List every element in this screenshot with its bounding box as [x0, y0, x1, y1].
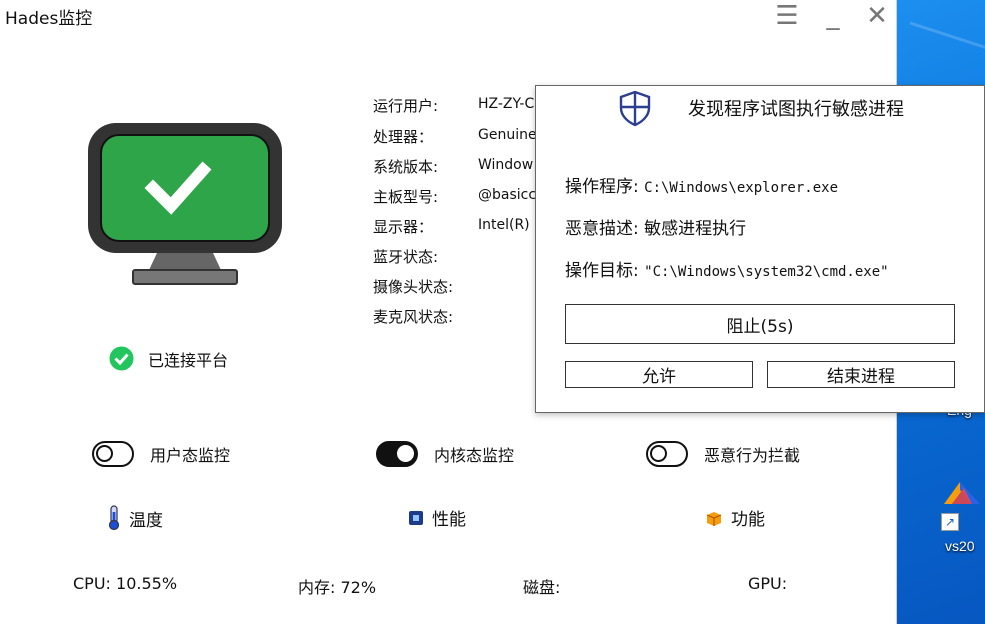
menu-icon[interactable]: ☰ [772, 2, 802, 30]
info-value-cpu: Genuine [478, 127, 536, 143]
toggle-kernel-monitor[interactable]: 内核态监控 [376, 441, 514, 467]
info-label-camera: 摄像头状态: [373, 278, 454, 296]
info-value-os: Window [478, 157, 534, 173]
dialog-label-program: 操作程序: [565, 177, 639, 197]
shield-icon [619, 90, 651, 127]
chip-icon [409, 510, 423, 525]
minimize-icon[interactable]: _ [818, 2, 848, 30]
dialog-label-description: 恶意描述: [565, 219, 639, 239]
info-label-cpu: 处理器： [373, 128, 434, 146]
toggle-label-malicious-block: 恶意行为拦截 [704, 446, 801, 465]
thermometer-icon [108, 505, 120, 531]
toggle-label-user-monitor: 用户态监控 [150, 446, 231, 465]
dialog-row-target: 操作目标: "C:\Windows\system32\cmd.exe" [565, 256, 889, 281]
toggle-switch-on[interactable] [376, 441, 418, 467]
dialog-label-target: 操作目标: [565, 261, 639, 281]
desktop-shortcut-label[interactable]: vs20 [945, 538, 975, 554]
monitor-check-icon [88, 123, 282, 285]
sensitive-process-dialog: 发现程序试图执行敏感进程 操作程序: C:\Windows\explorer.e… [535, 85, 985, 413]
dialog-value-target: "C:\Windows\system32\cmd.exe" [644, 264, 889, 280]
stat-gpu: GPU: [748, 574, 788, 593]
info-label-display: 显示器： [373, 218, 434, 236]
stat-disk: 磁盘: [523, 578, 561, 597]
window-title: Hades监控 [5, 9, 93, 29]
info-label-user: 运行用户: [373, 97, 439, 115]
close-icon[interactable]: ✕ [862, 2, 892, 30]
dialog-row-program: 操作程序: C:\Windows\explorer.exe [565, 172, 838, 197]
toggle-user-monitor[interactable]: 用户态监控 [92, 441, 230, 467]
info-value-user: HZ-ZY-C [478, 96, 535, 112]
block-button[interactable]: 阻止(5s) [565, 304, 955, 344]
tab-label-temperature: 温度 [129, 510, 163, 531]
end-process-button[interactable]: 结束进程 [767, 361, 955, 388]
check-circle-icon [109, 346, 134, 371]
toggle-switch-off[interactable] [646, 441, 688, 467]
toggle-switch-off[interactable] [92, 441, 134, 467]
desktop-light-streak [909, 21, 985, 62]
connection-status: 已连接平台 [109, 346, 228, 371]
tab-label-performance: 性能 [432, 510, 466, 530]
dialog-row-description: 恶意描述: 敏感进程执行 [565, 214, 746, 239]
info-label-os: 系统版本: [373, 158, 439, 176]
toggle-label-kernel-monitor: 内核态监控 [434, 446, 515, 465]
dialog-value-description: 敏感进程执行 [644, 219, 747, 239]
connection-status-text: 已连接平台 [148, 350, 229, 370]
info-label-microphone: 麦克风状态: [373, 308, 454, 326]
info-value-board: @basicc [478, 187, 536, 203]
tab-label-functions: 功能 [731, 510, 765, 530]
dialog-value-program: C:\Windows\explorer.exe [644, 180, 839, 196]
box-icon [706, 511, 722, 526]
stat-memory: 内存: 72% [298, 578, 377, 597]
shortcut-arrow-icon: ↗ [941, 513, 959, 531]
info-label-bluetooth: 蓝牙状态: [373, 248, 439, 266]
tab-functions[interactable]: 功能 [705, 505, 765, 530]
allow-button[interactable]: 允许 [565, 361, 753, 388]
visual-studio-icon[interactable] [940, 474, 984, 514]
toggle-malicious-block[interactable]: 恶意行为拦截 [646, 441, 800, 467]
info-label-board: 主板型号: [373, 188, 439, 206]
dialog-title: 发现程序试图执行敏感进程 [688, 99, 904, 120]
tab-temperature[interactable]: 温度 [107, 505, 163, 531]
info-value-display: Intel(R) [478, 217, 530, 233]
tab-performance[interactable]: 性能 [408, 505, 466, 530]
stat-cpu: CPU: 10.55% [73, 574, 178, 593]
